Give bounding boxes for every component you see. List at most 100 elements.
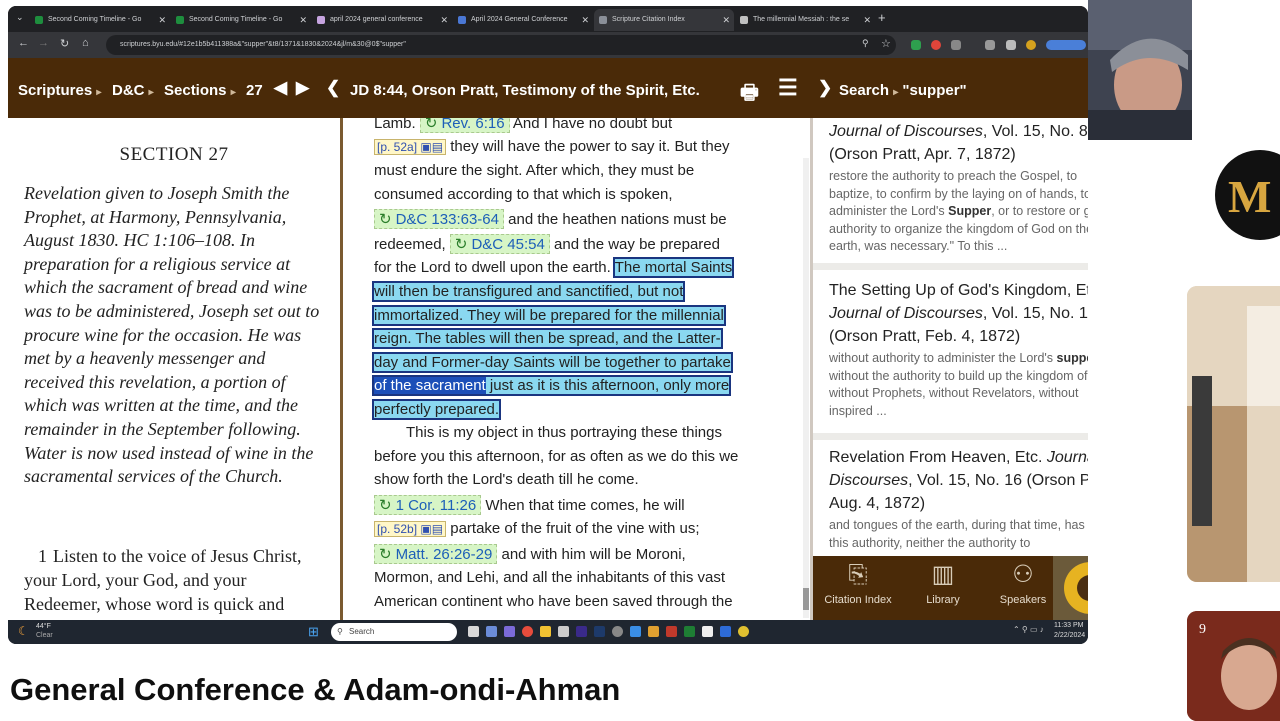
scripture-pane: SECTION 27 Revelation given to Joseph Sm… [8,118,340,620]
prev-section-icon[interactable]: ◀ [274,78,287,98]
store-icon[interactable] [648,626,659,637]
document-icon[interactable]: ▤ [432,140,443,154]
pdf-icon[interactable]: ▣ [420,522,431,536]
verse-1[interactable]: 1 Listen to the voice of Jesus Christ, yo… [24,544,324,620]
zoom-app-icon[interactable] [720,626,731,637]
highlighted-text[interactable]: reign. The tables will then be spread, a… [372,328,723,349]
address-bar[interactable]: scriptures.byu.edu/#12e1b5b411388a&"supp… [106,35,896,55]
nav-citation-index[interactable]: ⎘ Citation Index [813,556,903,620]
result-snippet: without authority to administer the Lord… [829,350,1088,420]
bookmark-icon: ⎘ [848,561,868,588]
app-icon[interactable] [612,626,623,637]
excel-icon[interactable] [684,626,695,637]
citation-link[interactable]: ↻ Rev. 6:16 [419,118,510,133]
page-marker[interactable]: [p. 52a] ▣▤ [374,139,447,155]
search-result[interactable]: The Setting Up of God's Kingdom, Etc. Jo… [813,270,1088,433]
talk-line: immortalized. They will be prepared for … [372,305,726,326]
notepad-icon[interactable] [702,626,713,637]
highlighted-text[interactable]: of the sacrament just as it is this afte… [371,375,732,396]
citation-link[interactable]: ↻ D&C 133:63-64 [374,209,504,229]
new-tab-button[interactable]: + [878,10,886,25]
crumb-section-number[interactable]: 27 [246,82,263,99]
tray-icons[interactable]: ⌃ ⚲ ▭ ♪ [1013,625,1044,634]
mail-icon[interactable] [630,626,641,637]
task-view-icon[interactable] [468,626,479,637]
close-icon[interactable]: ✕ [158,9,166,31]
selected-text[interactable]: of the sacrament [374,377,486,394]
tab-6[interactable]: The millennial Messiah : the se ✕ [735,9,875,31]
search-result[interactable]: Journal of Discourses, Vol. 15, No. 8 (O… [813,118,1088,263]
profile-button[interactable] [1046,40,1086,50]
back-icon[interactable]: ← [18,37,29,49]
close-icon[interactable]: ✕ [581,9,589,31]
highlighted-text[interactable]: day and Former-day Saints will be togeth… [372,352,733,373]
citation-link[interactable]: ↻ D&C 45:54 [449,234,550,254]
file-explorer-icon[interactable] [540,626,551,637]
taskbar-search[interactable]: ⚲ Search [331,623,457,641]
premiere-icon[interactable] [576,626,587,637]
nav-speakers[interactable]: ⚇ Speakers [983,556,1063,620]
citation-link[interactable]: ↻ Matt. 26:26-29 [374,544,498,564]
caret-right-icon: ▸ [230,87,236,98]
video-thumbnail[interactable] [1187,286,1280,582]
match-text: supper [1056,351,1088,365]
close-icon[interactable]: ✕ [722,9,730,31]
collapse-right-icon[interactable]: ❯ [818,78,832,98]
extension-icon[interactable] [985,40,995,50]
tab-1[interactable]: Second Coming Timeline - Go ✕ [30,9,170,31]
tab-4[interactable]: April 2024 General Conference ✕ [453,9,593,31]
crumb-scriptures[interactable]: Scriptures ▸ [18,82,101,99]
text: partake of the fruit of the vine with us… [450,520,700,537]
close-icon[interactable]: ✕ [299,9,307,31]
extension-icon[interactable] [911,40,921,50]
text: Revelation From Heaven, Etc. [829,449,1047,466]
highlighted-text[interactable]: The mortal Saints [612,257,735,278]
tab-search-icon[interactable]: ⌄ [16,12,24,23]
windows-start-icon[interactable]: ⊞ [308,624,319,640]
print-icon[interactable]: 🖶 [740,78,759,112]
extension-icon[interactable] [931,40,941,50]
nav-library[interactable]: ▥ Library [903,556,983,620]
search-crumb[interactable]: Search ▸ "supper" [839,82,967,99]
photoshop-icon[interactable] [594,626,605,637]
cycle-icon: ↻ [379,546,392,563]
home-icon[interactable]: ⌂ [82,37,89,49]
app-header: Scriptures ▸ D&C ▸ Sections ▸ 27 ◀ ▶ ❮ J… [8,58,1088,118]
chrome-icon[interactable] [522,626,533,637]
app-icon[interactable] [666,626,677,637]
search-term: "supper" [902,82,967,99]
tab-5-active[interactable]: Scripture Citation Index ✕ [594,9,734,31]
profile-icon[interactable] [1026,40,1036,50]
crumb-sections[interactable]: Sections ▸ [164,82,236,99]
extension-icon[interactable] [951,40,961,50]
scrollbar-track[interactable] [803,158,809,618]
bookmark-star-icon[interactable]: ☆ [881,37,891,50]
app-icon[interactable] [738,626,749,637]
next-section-icon[interactable]: ▶ [296,78,309,98]
highlighted-text[interactable]: will then be transfigured and sanctified… [371,281,686,302]
app-icon[interactable] [504,626,515,637]
highlighted-text[interactable]: immortalized. They will be prepared for … [372,305,726,326]
collapse-left-icon[interactable]: ❮ [326,78,340,98]
document-icon[interactable]: ▤ [432,522,443,536]
tab-2[interactable]: Second Coming Timeline - Go ✕ [171,9,311,31]
zoom-icon[interactable]: ⚲ [862,38,869,49]
citation-link[interactable]: ↻ 1 Cor. 11:26 [374,495,482,515]
scrollbar-thumb[interactable] [803,588,809,610]
nav-label: Speakers [999,594,1047,606]
tab-3[interactable]: april 2024 general conference ✕ [312,9,452,31]
talk-line: American continent who have been saved t… [374,593,733,610]
reload-icon[interactable]: ↻ [60,37,69,50]
pdf-icon[interactable]: ▣ [420,140,431,154]
page-marker[interactable]: [p. 52b] ▣▤ [374,521,447,537]
menu-icon[interactable]: ☰ [778,75,798,101]
sidebar-icon[interactable] [1006,40,1016,50]
app-icon[interactable] [486,626,497,637]
close-icon[interactable]: ✕ [863,9,871,31]
crumb-label: D&C [112,82,145,99]
crumb-dc[interactable]: D&C ▸ [112,82,154,99]
forward-icon[interactable]: → [38,37,49,49]
close-icon[interactable]: ✕ [440,9,448,31]
highlighted-text[interactable]: perfectly prepared. [371,399,502,420]
app-icon[interactable] [558,626,569,637]
